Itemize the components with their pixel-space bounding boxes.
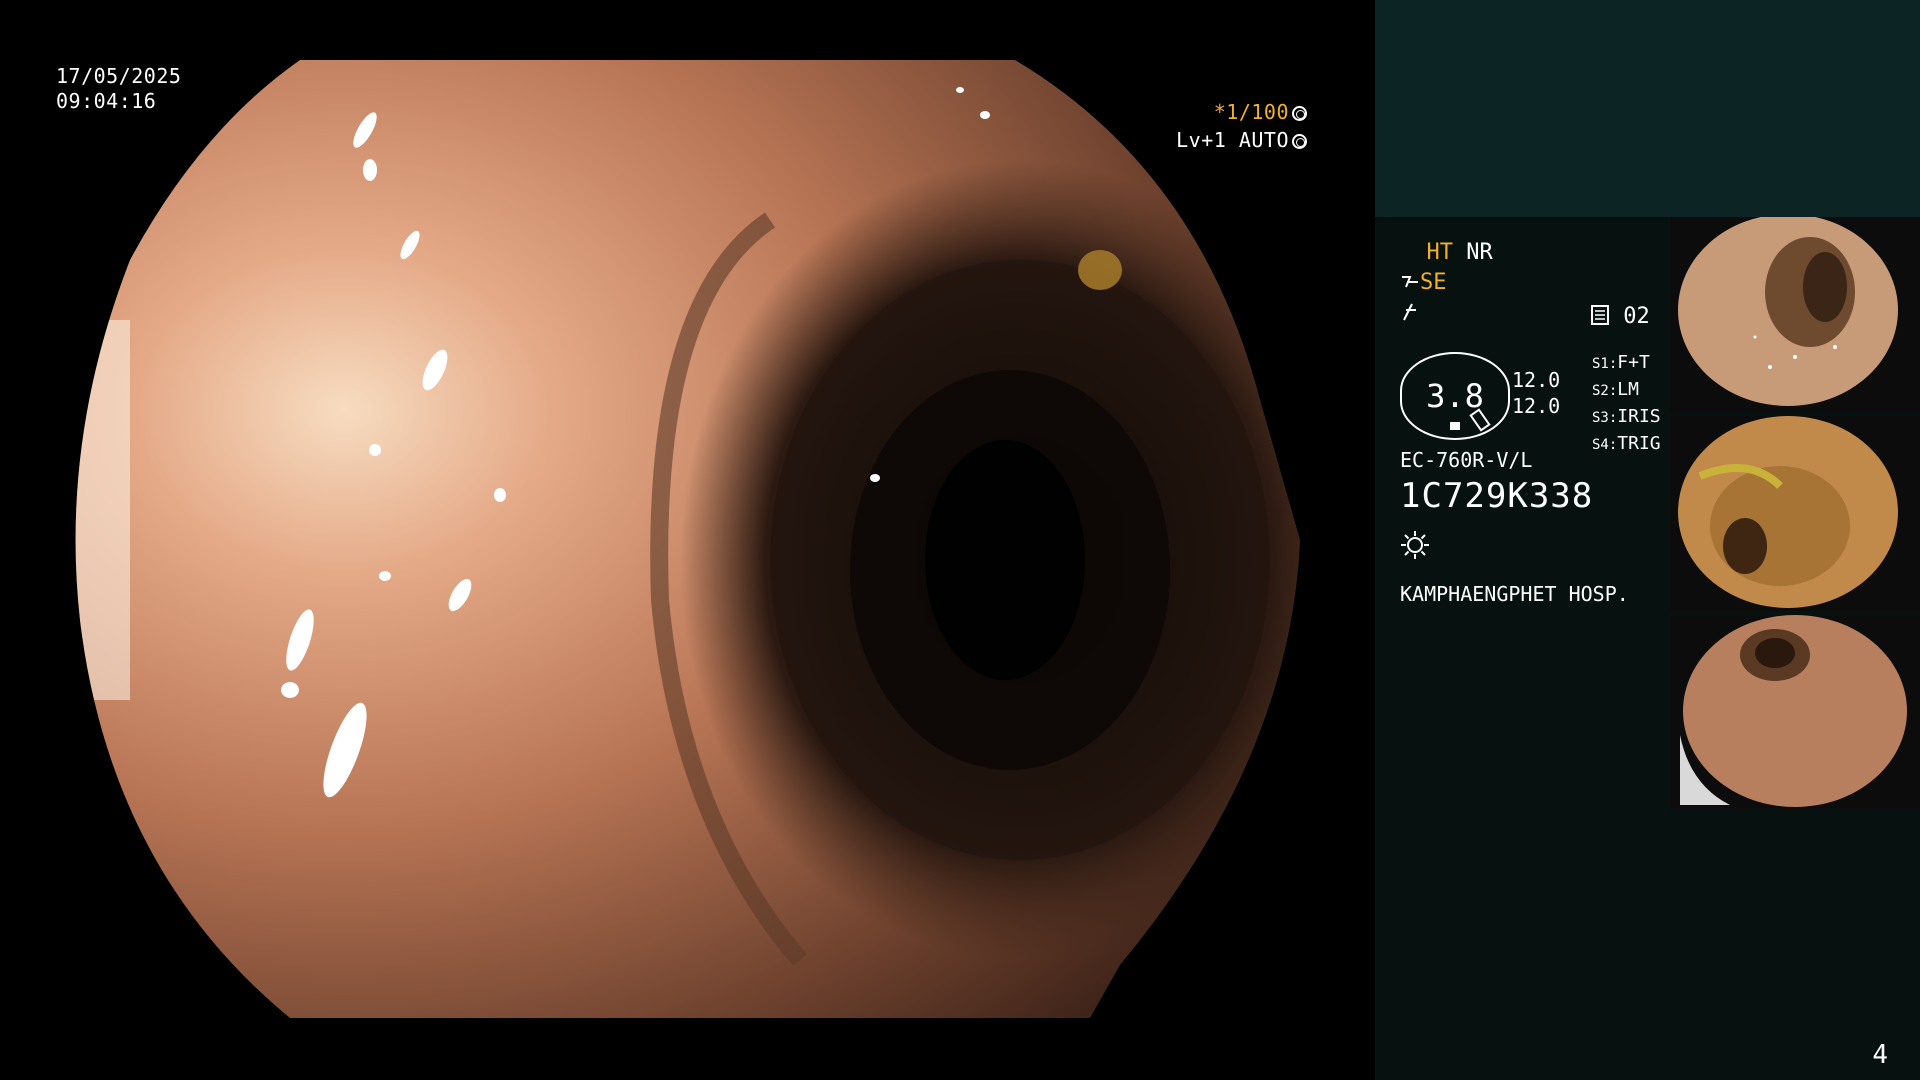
memory-icon xyxy=(1591,305,1609,325)
shutter-icon xyxy=(1292,106,1307,121)
color-mode-label: SE xyxy=(1420,270,1447,295)
endoscopy-thumbnail-3 xyxy=(1670,615,1920,810)
brightness-level: Lv+1 xyxy=(1176,128,1227,152)
iris-icon xyxy=(1292,134,1307,149)
structure-row xyxy=(1400,302,1420,328)
endoscopy-thumbnail-2 xyxy=(1670,416,1920,611)
enhancement-row: HT NR xyxy=(1400,240,1493,265)
page-number: 4 xyxy=(1872,1040,1888,1070)
date-time-readout: 17/05/2025 09:04:16 xyxy=(56,64,181,114)
memory-page-row: 02 xyxy=(1590,304,1650,329)
time-text: 09:04:16 xyxy=(56,89,157,113)
color-mode-row: SE xyxy=(1400,270,1447,295)
scope-model: EC-760R-V/L xyxy=(1400,448,1533,472)
shutter-readout: *1/100 xyxy=(1214,100,1307,125)
side-panel-header-area xyxy=(1375,0,1920,217)
hospital-name: KAMPHAENGPHET HOSP. xyxy=(1400,582,1629,606)
lcd-gauge: 3.8 xyxy=(1400,352,1510,440)
capture-thumbnail-2[interactable] xyxy=(1670,416,1920,611)
capture-thumbnail-1[interactable] xyxy=(1670,217,1920,412)
lcd-marker-icon xyxy=(1450,422,1460,430)
shutter-prefix: * xyxy=(1213,100,1227,124)
scope-switch-list: S1:F+T S2:LM S3:IRIS S4:TRIG xyxy=(1592,350,1661,458)
scope-serial: 1C729K338 xyxy=(1400,476,1594,516)
structure-icon xyxy=(1403,303,1416,321)
noise-reduction-label: NR xyxy=(1466,240,1493,265)
memory-page-label: 02 xyxy=(1623,304,1650,329)
iris-mode: AUTO xyxy=(1238,128,1289,152)
switch-2: S2:LM xyxy=(1592,379,1639,400)
switch-3: S3:IRIS xyxy=(1592,406,1661,427)
shutter-speed: 1/100 xyxy=(1226,100,1289,124)
date-text: 17/05/2025 xyxy=(56,64,182,88)
capture-thumbnail-3[interactable] xyxy=(1670,615,1920,810)
lcd-value: 3.8 xyxy=(1426,377,1484,415)
iris-value-2: 12.0 xyxy=(1512,394,1561,418)
endoscopic-image xyxy=(75,60,1301,1018)
switch-4: S4:TRIG xyxy=(1592,433,1661,454)
switch-1: S1:F+T xyxy=(1592,352,1650,373)
endoscope-view: 17/05/2025 09:04:16 *1/100 Lv+1 AUTO xyxy=(0,0,1375,1080)
enhancement-label: HT xyxy=(1426,240,1454,265)
level-readout: Lv+1 AUTO xyxy=(1176,128,1307,153)
endoscopy-thumbnail-1 xyxy=(1670,217,1920,412)
light-source-icon xyxy=(1401,531,1429,559)
color-mode-icon xyxy=(1402,276,1418,288)
iris-value-1: 12.0 xyxy=(1512,368,1561,392)
